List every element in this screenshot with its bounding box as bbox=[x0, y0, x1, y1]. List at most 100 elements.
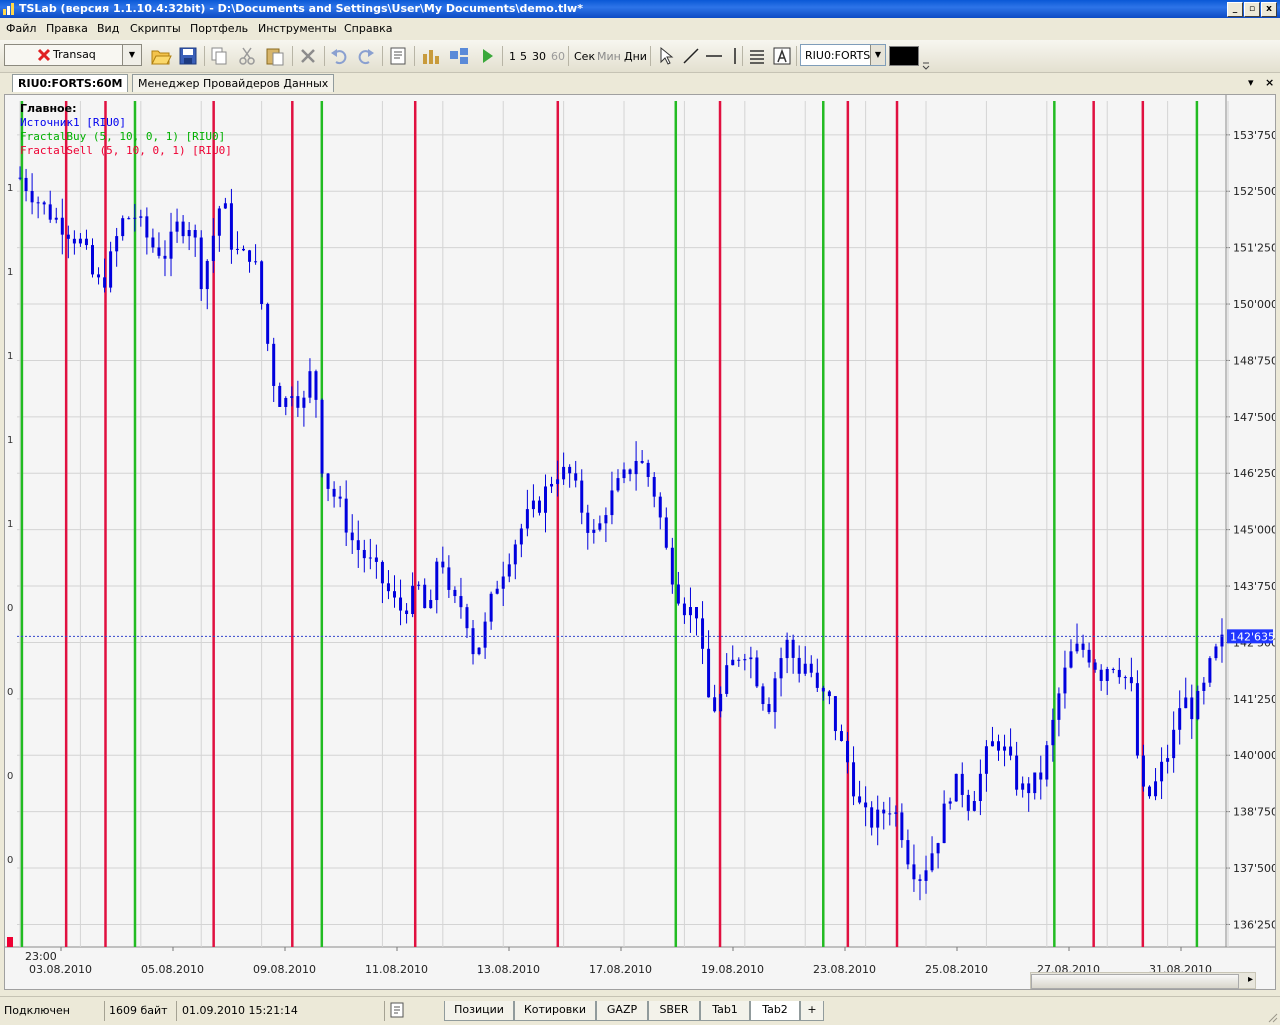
legend-fractal-buy: FractalBuy (5, 10, 0, 1) [RIU0] bbox=[20, 130, 226, 143]
script-icon[interactable] bbox=[387, 45, 409, 67]
candle-body bbox=[229, 203, 233, 250]
menu-portfolio[interactable]: Портфель bbox=[190, 22, 248, 35]
menu-tools[interactable]: Инструменты bbox=[258, 22, 337, 35]
menu-view[interactable]: Вид bbox=[97, 22, 119, 35]
chart-scrollbar[interactable]: ▸ bbox=[1030, 972, 1256, 989]
window-title: TSLab (версия 1.1.10.4:32bit) - D:\Docum… bbox=[19, 2, 583, 15]
candle-body bbox=[405, 610, 409, 615]
toolbar-separator bbox=[324, 46, 325, 66]
candle-body bbox=[1057, 693, 1061, 720]
candle-body bbox=[833, 696, 837, 732]
candle-body bbox=[1027, 783, 1031, 794]
resize-grip-icon[interactable] bbox=[1266, 1011, 1278, 1023]
trendline-icon[interactable] bbox=[680, 45, 702, 67]
menu-file[interactable]: Файл bbox=[6, 22, 36, 35]
candle-body bbox=[628, 469, 632, 475]
paste-icon[interactable] bbox=[264, 45, 286, 67]
chevron-down-icon[interactable]: ▼ bbox=[122, 45, 141, 65]
provider-combo[interactable]: Transaq ▼ bbox=[4, 44, 142, 66]
layout-icon[interactable] bbox=[448, 45, 470, 67]
chevron-down-icon[interactable]: ▼ bbox=[870, 45, 885, 65]
menu-scripts[interactable]: Скрипты bbox=[130, 22, 181, 35]
candle-body bbox=[556, 479, 560, 484]
provider-label: Transaq bbox=[53, 48, 96, 61]
candle-body bbox=[441, 561, 445, 568]
symbol-combo[interactable]: RIU0:FORTS ▼ bbox=[800, 44, 886, 66]
tab-positions[interactable]: Позиции bbox=[444, 1001, 514, 1021]
price-chart[interactable]: 153'750 152'500 151'250 150'000 148'750 147'5… bbox=[5, 95, 1275, 989]
tab-list-icon[interactable]: ▾ bbox=[1248, 76, 1254, 89]
tab-chart-riu0[interactable]: RIU0:FORTS:60M bbox=[12, 74, 129, 92]
interval-5[interactable]: 5 bbox=[520, 50, 527, 63]
candle-body bbox=[670, 547, 674, 585]
add-tab-button[interactable]: + bbox=[800, 1001, 824, 1021]
candle-body bbox=[972, 801, 976, 811]
candle-body bbox=[1123, 677, 1127, 679]
pointer-icon[interactable] bbox=[655, 45, 677, 67]
tab-tab1[interactable]: Tab1 bbox=[700, 1001, 750, 1021]
chart-icon[interactable] bbox=[420, 45, 442, 67]
unit-days[interactable]: Дни bbox=[624, 50, 647, 63]
tab-provider-manager[interactable]: Менеджер Провайдеров Данных bbox=[132, 74, 335, 92]
candle-body bbox=[827, 691, 831, 697]
tab-gazp[interactable]: GAZP bbox=[596, 1001, 648, 1021]
delete-icon[interactable] bbox=[297, 45, 319, 67]
cut-icon[interactable] bbox=[236, 45, 258, 67]
tab-quotes[interactable]: Котировки bbox=[514, 1001, 596, 1021]
candle-body bbox=[48, 204, 52, 220]
candle-body bbox=[254, 261, 258, 263]
scroll-right-icon[interactable]: ▸ bbox=[1248, 974, 1253, 985]
candle-body bbox=[24, 177, 28, 192]
tab-sber[interactable]: SBER bbox=[648, 1001, 700, 1021]
candle-body bbox=[990, 741, 994, 747]
interval-30[interactable]: 30 bbox=[532, 50, 546, 63]
left-axis-mark: 1 bbox=[7, 435, 13, 446]
candle-body bbox=[1172, 729, 1176, 759]
redo-icon[interactable] bbox=[355, 45, 377, 67]
undo-icon[interactable] bbox=[328, 45, 350, 67]
copy-icon[interactable] bbox=[208, 45, 230, 67]
y-tick-label: 146'250 bbox=[1233, 467, 1275, 480]
list-icon[interactable] bbox=[746, 45, 768, 67]
chart-panel[interactable]: 153'750 152'500 151'250 150'000 148'750 147'5… bbox=[4, 94, 1276, 990]
candle-body bbox=[876, 809, 880, 828]
candle-body bbox=[640, 460, 644, 463]
open-folder-icon[interactable] bbox=[150, 45, 172, 67]
toolbar-overflow-icon[interactable] bbox=[921, 60, 931, 70]
maximize-button[interactable]: ▫ bbox=[1244, 2, 1260, 17]
y-tick-label: 151'250 bbox=[1233, 242, 1275, 255]
y-tick-label: 147'500 bbox=[1233, 411, 1275, 424]
tab-tab2[interactable]: Tab2 bbox=[750, 1001, 800, 1021]
horizontal-line-icon[interactable] bbox=[703, 45, 725, 67]
candle-body bbox=[465, 607, 469, 629]
menu-edit[interactable]: Правка bbox=[46, 22, 88, 35]
title-bar: TSLab (версия 1.1.10.4:32bit) - D:\Docum… bbox=[0, 0, 1280, 18]
minimize-button[interactable]: _ bbox=[1227, 2, 1243, 17]
play-icon[interactable] bbox=[476, 45, 498, 67]
candle-body bbox=[580, 480, 584, 513]
candle-body bbox=[235, 248, 239, 250]
menu-help[interactable]: Справка bbox=[344, 22, 392, 35]
unit-minutes[interactable]: Мин bbox=[597, 50, 621, 63]
y-tick-label: 150'000 bbox=[1233, 298, 1275, 311]
close-button[interactable]: x bbox=[1261, 2, 1277, 17]
candle-body bbox=[761, 686, 765, 705]
candle-body bbox=[713, 697, 717, 712]
candle-body bbox=[217, 208, 221, 236]
unit-seconds[interactable]: Сек bbox=[574, 50, 595, 63]
color-picker[interactable] bbox=[889, 46, 919, 66]
save-icon[interactable] bbox=[177, 45, 199, 67]
candle-body bbox=[574, 473, 578, 481]
interval-60[interactable]: 60 bbox=[551, 50, 565, 63]
candle-body bbox=[417, 584, 421, 586]
toolbar-separator bbox=[204, 46, 205, 66]
text-tool-icon[interactable] bbox=[771, 45, 793, 67]
log-icon[interactable] bbox=[390, 1002, 404, 1018]
left-axis-mark: 0 bbox=[7, 771, 13, 782]
close-tab-icon[interactable]: × bbox=[1265, 76, 1274, 89]
left-axis-mark: 0 bbox=[7, 855, 13, 866]
interval-1[interactable]: 1 bbox=[509, 50, 516, 63]
candle-body bbox=[821, 687, 825, 692]
candle-body bbox=[284, 397, 288, 407]
scrollbar-thumb[interactable] bbox=[1031, 974, 1239, 989]
